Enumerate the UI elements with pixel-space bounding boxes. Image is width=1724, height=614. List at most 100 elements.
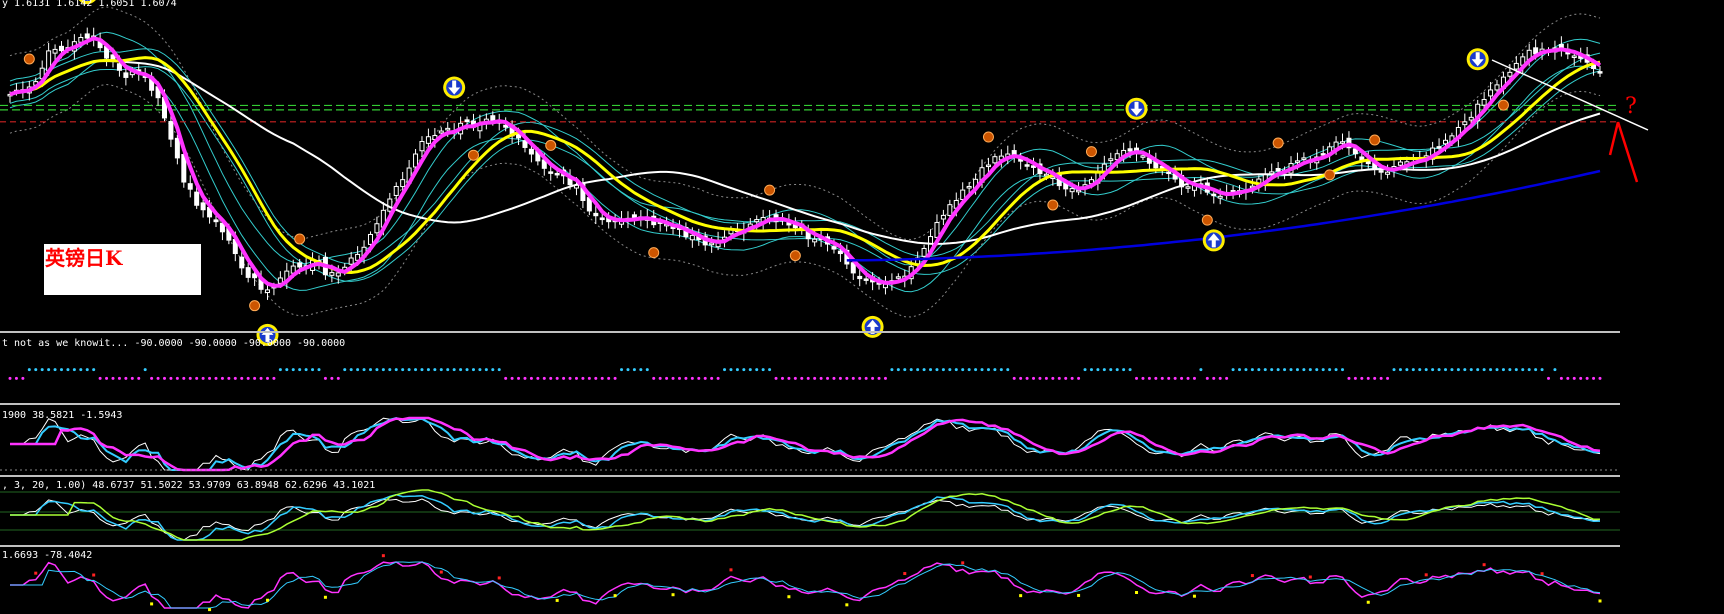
- step-dot: [1135, 376, 1139, 380]
- step-dot: [864, 376, 868, 380]
- candle-body: [882, 283, 888, 289]
- step-dot: [175, 376, 179, 380]
- dot-marker: [294, 233, 306, 245]
- step-dot: [484, 368, 488, 372]
- step-dot: [954, 368, 958, 372]
- step-dot: [755, 368, 759, 372]
- step-dot: [426, 368, 430, 372]
- step-dot: [381, 368, 385, 372]
- step-dot: [1444, 368, 1448, 372]
- step-dot: [375, 368, 379, 372]
- pane4-signal: [555, 598, 559, 602]
- pane4-signal: [1019, 594, 1023, 598]
- step-dot: [188, 376, 192, 380]
- candle-body: [1507, 71, 1513, 77]
- pane4-signal: [1366, 600, 1370, 604]
- step-dot: [1463, 368, 1467, 372]
- step-dot: [1559, 376, 1563, 380]
- candle-body: [863, 278, 869, 281]
- step-dot: [587, 376, 591, 380]
- step-dot: [201, 376, 205, 380]
- forex-chart[interactable]: 英镑日K ? y 1.6131 1.6142 1.6051 1.6074 t n…: [0, 0, 1724, 614]
- candle-body: [393, 185, 399, 196]
- candle-body: [837, 250, 843, 255]
- pane4-signal: [1192, 594, 1196, 598]
- dot-marker: [648, 247, 660, 259]
- step-dot: [227, 376, 231, 380]
- candle-body: [528, 148, 534, 155]
- step-dot: [1315, 368, 1319, 372]
- step-dot: [1353, 376, 1357, 380]
- step-dot: [1392, 368, 1396, 372]
- step-dot: [452, 368, 456, 372]
- step-dot: [1238, 368, 1242, 372]
- step-dot: [819, 376, 823, 380]
- step-dot: [1334, 368, 1338, 372]
- step-dot: [774, 376, 778, 380]
- step-dot: [652, 376, 656, 380]
- step-dot: [1025, 376, 1029, 380]
- candle-body: [1533, 47, 1539, 55]
- step-dot: [1347, 376, 1351, 380]
- step-dot: [220, 376, 224, 380]
- step-dot: [999, 368, 1003, 372]
- step-dot: [562, 376, 566, 380]
- step-dot: [311, 368, 315, 372]
- step-dot: [278, 368, 282, 372]
- step-dot: [1192, 376, 1196, 380]
- dot-marker: [1324, 169, 1336, 181]
- step-dot: [1141, 376, 1145, 380]
- step-dot: [1366, 376, 1370, 380]
- step-dot: [465, 368, 469, 372]
- pane4-signal: [903, 572, 907, 576]
- step-dot: [1038, 376, 1042, 380]
- step-dot: [1077, 376, 1081, 380]
- step-dot: [780, 376, 784, 380]
- step-dot: [723, 368, 727, 372]
- step-dot: [1579, 376, 1583, 380]
- step-dot: [343, 368, 347, 372]
- step-dot: [1199, 368, 1203, 372]
- step-dot: [929, 368, 933, 372]
- dot-marker: [1369, 134, 1381, 146]
- step-dot: [1263, 368, 1267, 372]
- step-dot: [607, 376, 611, 380]
- step-dot: [433, 368, 437, 372]
- candle-body: [895, 276, 901, 279]
- step-dot: [510, 376, 514, 380]
- step-dot: [1057, 376, 1061, 380]
- pane4-signal: [497, 576, 501, 580]
- step-dot: [1437, 368, 1441, 372]
- step-dot: [1083, 368, 1087, 372]
- step-dot: [240, 376, 244, 380]
- step-dot: [1019, 376, 1023, 380]
- step-dot: [105, 376, 109, 380]
- candle-body: [548, 171, 554, 174]
- step-dot: [1160, 376, 1164, 380]
- step-dot: [21, 376, 25, 380]
- candle-body: [84, 33, 90, 39]
- step-dot: [504, 376, 508, 380]
- step-dot: [813, 376, 817, 380]
- pane4-readout: 1.6693 -78.4042: [2, 550, 92, 561]
- step-dot: [909, 368, 913, 372]
- candle-body: [1127, 148, 1133, 152]
- step-dot: [800, 376, 804, 380]
- step-dot: [735, 368, 739, 372]
- pane4-signal: [1250, 574, 1254, 578]
- step-dot: [594, 376, 598, 380]
- step-dot: [143, 368, 147, 372]
- step-dot: [1250, 368, 1254, 372]
- step-dot: [1096, 368, 1100, 372]
- step-dot: [1489, 368, 1493, 372]
- step-dot: [716, 376, 720, 380]
- step-dot: [517, 376, 521, 380]
- candle-body: [1211, 193, 1217, 197]
- step-dot: [555, 376, 559, 380]
- candle-body: [329, 272, 335, 276]
- pane4-signal: [1540, 572, 1544, 576]
- candle-body: [1385, 171, 1391, 175]
- step-dot: [1534, 368, 1538, 372]
- candle-body: [934, 222, 940, 238]
- step-dot: [420, 368, 424, 372]
